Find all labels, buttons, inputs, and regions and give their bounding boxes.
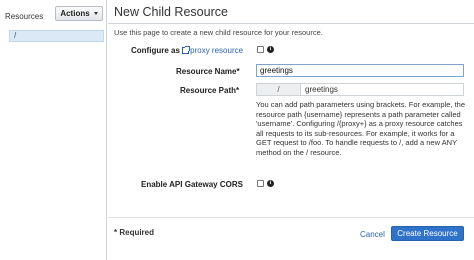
create-resource-label: Create Resource [397, 229, 458, 238]
resource-name-label: Resource Name* [176, 67, 240, 76]
resource-path-help: You can add path parameters using bracke… [256, 100, 466, 158]
resource-path-field: / greetings [256, 83, 464, 96]
cancel-button[interactable]: Cancel [360, 230, 385, 239]
enable-cors-label: Enable API Gateway CORS [141, 180, 243, 189]
resource-path-input[interactable]: greetings [305, 84, 338, 95]
page-title: New Child Resource [114, 5, 228, 19]
external-link-icon [182, 46, 191, 54]
resource-path-prefix: / [257, 84, 301, 95]
info-icon[interactable]: i [267, 46, 274, 53]
help-line: resource path {username} represents a pa… [256, 109, 461, 119]
tree-item-root[interactable]: / [9, 30, 104, 42]
help-line: GET request to /foo. To handle requests … [256, 138, 458, 148]
actions-button[interactable]: Actions [55, 6, 103, 21]
title-divider [108, 23, 474, 24]
configure-as-label: Configure as [131, 46, 180, 55]
intro-text: Use this page to create a new child reso… [114, 28, 323, 37]
required-note: * Required [114, 228, 155, 237]
sidebar-header: Resources Actions [0, 0, 107, 28]
sidebar-title: Resources [5, 12, 44, 21]
help-line: You can add path parameters using bracke… [256, 100, 466, 109]
help-line: method on the / resource. [256, 147, 342, 157]
resource-name-input[interactable]: greetings [256, 64, 464, 77]
proxy-resource-link[interactable]: proxy resource [182, 46, 243, 55]
proxy-resource-link-text: proxy resource [190, 46, 244, 55]
actions-label: Actions [60, 9, 90, 18]
proxy-resource-checkbox[interactable] [257, 46, 264, 53]
configure-as-row: Configure as proxy resource [131, 46, 243, 55]
resources-sidebar: Resources Actions / [0, 0, 107, 260]
info-icon[interactable]: i [267, 180, 274, 187]
resource-path-label: Resource Path* [180, 86, 240, 95]
help-line: 'username'. Configuring /{proxy+} as a p… [256, 119, 463, 129]
create-resource-button[interactable]: Create Resource [391, 226, 464, 241]
enable-cors-checkbox[interactable] [257, 180, 264, 187]
footer-divider [108, 217, 474, 218]
caret-down-icon [93, 12, 98, 15]
help-line: all requests to its sub-resources. For e… [256, 128, 455, 138]
